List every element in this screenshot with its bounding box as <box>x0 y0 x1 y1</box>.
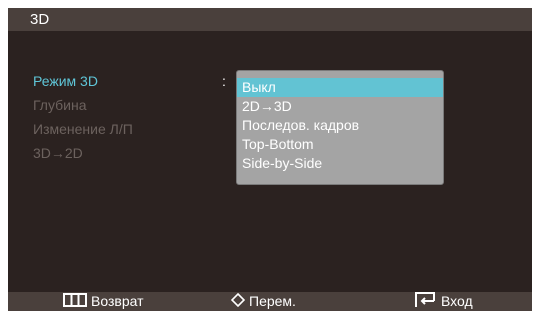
footer-back-label: Возврат <box>91 293 144 309</box>
footer-bar: Возврат Перем. Вход <box>8 292 532 311</box>
menu-icon <box>63 292 87 312</box>
osd-title: 3D <box>8 8 532 31</box>
menu-item-3d-mode[interactable]: Режим 3D <box>33 69 133 93</box>
enter-icon <box>413 292 437 313</box>
option-off[interactable]: Выкл <box>237 78 443 97</box>
menu-item-lr-change[interactable]: Изменение Л/П <box>33 117 133 141</box>
footer-move[interactable]: Перем. <box>230 292 296 312</box>
updown-arrows-icon <box>230 292 246 312</box>
option-top-bottom[interactable]: Top-Bottom <box>237 135 443 154</box>
settings-menu: Режим 3D Глубина Изменение Л/П 3D→2D <box>33 69 133 165</box>
osd-window: 3D Режим 3D Глубина Изменение Л/П 3D→2D … <box>8 8 532 311</box>
value-separator: : <box>222 73 226 89</box>
footer-back[interactable]: Возврат <box>63 292 144 311</box>
menu-item-depth[interactable]: Глубина <box>33 93 133 117</box>
3d-mode-dropdown[interactable]: Выкл 2D→3D Последов. кадров Top-Bottom S… <box>236 70 444 185</box>
option-side-by-side[interactable]: Side-by-Side <box>237 154 443 173</box>
footer-move-label: Перем. <box>249 293 296 309</box>
option-2d-to-3d[interactable]: 2D→3D <box>237 97 443 116</box>
footer-enter[interactable]: Вход <box>413 292 473 311</box>
menu-item-3d-to-2d[interactable]: 3D→2D <box>33 141 133 165</box>
footer-enter-label: Вход <box>441 293 473 310</box>
option-frame-sequential[interactable]: Последов. кадров <box>237 116 443 135</box>
